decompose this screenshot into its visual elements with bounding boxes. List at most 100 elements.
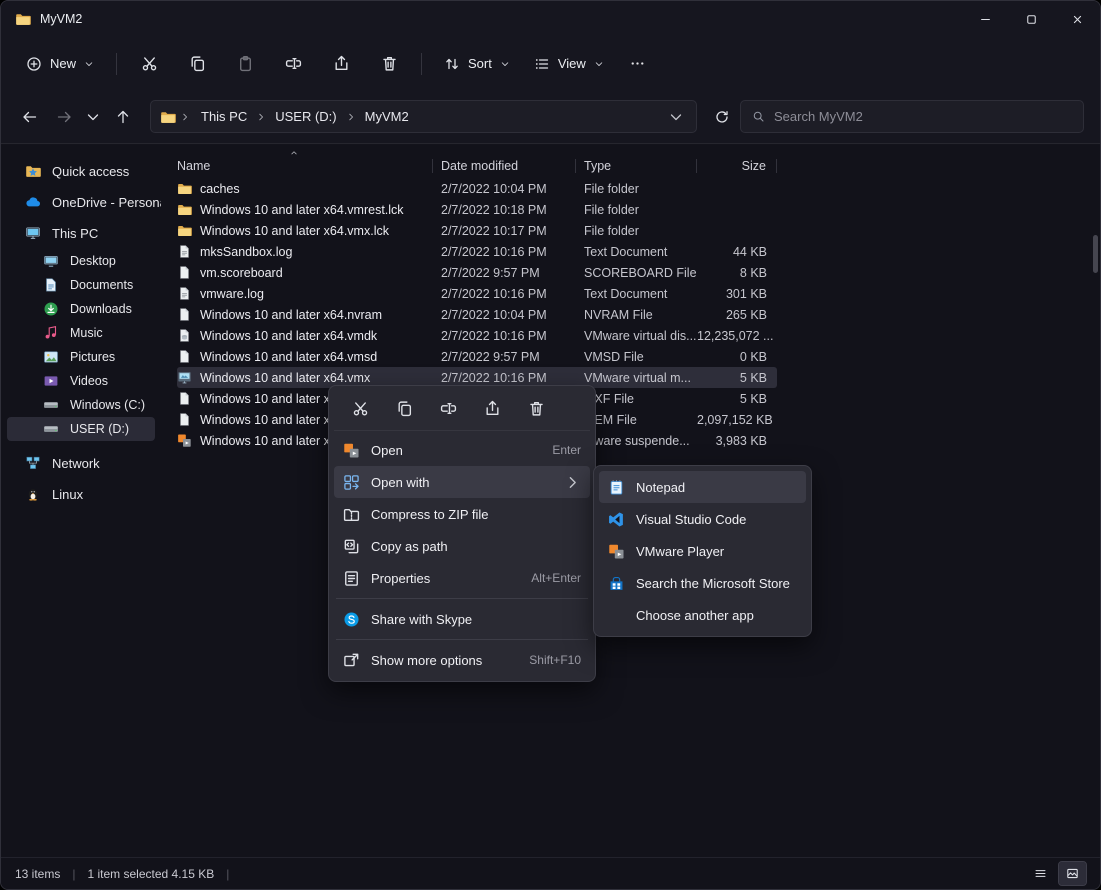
sidebar-item-documents[interactable]: Documents [7, 273, 155, 297]
sidebar-item-network[interactable]: Network [7, 448, 155, 478]
submenu-item-search-the-microsoft-store[interactable]: Search the Microsoft Store [599, 567, 806, 599]
breadcrumb-separator-icon [346, 112, 356, 122]
new-button[interactable]: New [15, 47, 105, 81]
recent-locations-button[interactable] [82, 101, 104, 132]
sidebar-item-this-pc[interactable]: This PC [7, 218, 155, 248]
doc-icon [177, 307, 192, 322]
sidebar-item-label: Linux [52, 487, 83, 502]
view-button[interactable]: View [523, 47, 615, 81]
sidebar-item-music[interactable]: Music [7, 321, 155, 345]
scrollbar-thumb[interactable] [1093, 235, 1098, 273]
file-row[interactable]: mksSandbox.log2/7/2022 10:16 PMText Docu… [177, 241, 777, 262]
new-icon [26, 56, 42, 72]
details-view-button[interactable] [1027, 862, 1054, 885]
column-header-name[interactable]: Name [177, 159, 433, 173]
menu-item-properties[interactable]: PropertiesAlt+Enter [334, 562, 590, 594]
sidebar-item-windows-c[interactable]: Windows (C:) [7, 393, 155, 417]
file-row[interactable]: Windows 10 and later x64.vmrest.lck2/7/2… [177, 199, 777, 220]
breadcrumb-item-this-pc[interactable]: This PC [194, 107, 254, 126]
desktop-icon [43, 253, 59, 269]
menu-item-compress-to-zip-file[interactable]: Compress to ZIP file [334, 498, 590, 530]
file-explorer-window: MyVM2 New Sort View [0, 0, 1101, 890]
delete-button[interactable] [368, 47, 410, 81]
sidebar-item-quick-access[interactable]: Quick access [7, 156, 155, 186]
search-box[interactable]: Search MyVM2 [740, 100, 1084, 133]
submenu-item-label: Notepad [636, 480, 797, 495]
sidebar-item-desktop[interactable]: Desktop [7, 249, 155, 273]
cut-button[interactable] [128, 47, 170, 81]
menu-item-label: Properties [371, 571, 520, 586]
vm-app-icon [608, 543, 625, 560]
open-with-submenu: Notepad Visual Studio CodeVMware Player Se… [593, 465, 812, 637]
breadcrumb-separator-icon [256, 112, 266, 122]
thumbnails-view-button[interactable] [1059, 862, 1086, 885]
breadcrumb-item-user-d[interactable]: USER (D:) [268, 107, 343, 126]
close-button[interactable] [1054, 1, 1100, 37]
copy-icon [396, 400, 413, 417]
sidebar-item-label: Desktop [70, 254, 116, 268]
refresh-button[interactable] [706, 101, 737, 132]
column-header-type[interactable]: Type [576, 159, 697, 173]
documents-icon [43, 277, 59, 293]
sidebar-item-pictures[interactable]: Pictures [7, 345, 155, 369]
file-row[interactable]: Windows 10 and later x64.vmx.lck2/7/2022… [177, 220, 777, 241]
sidebar-item-downloads[interactable]: Downloads [7, 297, 155, 321]
file-row[interactable]: vmware.log2/7/2022 10:16 PMText Document… [177, 283, 777, 304]
context-share-button[interactable] [474, 393, 510, 424]
delete-icon [528, 400, 545, 417]
submenu-item-visual-studio-code[interactable]: Visual Studio Code [599, 503, 806, 535]
address-bar[interactable]: This PC USER (D:) MyVM2 [150, 100, 697, 133]
submenu-item-label: Search the Microsoft Store [636, 576, 797, 591]
sidebar: Quick accessOneDrive - PersonalThis PC De… [1, 145, 161, 857]
sort-button[interactable]: Sort [433, 47, 521, 81]
file-row[interactable]: Windows 10 and later x64.vmdk2/7/2022 10… [177, 325, 777, 346]
file-row[interactable]: caches2/7/2022 10:04 PMFile folder [177, 178, 777, 199]
paste-button[interactable] [224, 47, 266, 81]
context-rename-button[interactable] [430, 393, 466, 424]
thumbnails-view-icon [1066, 867, 1079, 880]
submenu-item-notepad[interactable]: Notepad [599, 471, 806, 503]
up-button[interactable] [107, 101, 138, 132]
submenu-item-choose-another-app[interactable]: Choose another app [599, 599, 806, 631]
address-dropdown-button[interactable] [665, 101, 687, 132]
file-modified-cell: 2/7/2022 9:57 PM [433, 350, 576, 364]
context-menu: OpenEnterOpen withCompress to ZIP fileCo… [328, 385, 596, 682]
file-name: Windows 10 and later x64.vmrest.lck [200, 203, 404, 217]
file-size-cell: 265 KB [697, 308, 777, 322]
file-row[interactable]: Windows 10 and later x64.nvram2/7/2022 1… [177, 304, 777, 325]
view-icon [534, 56, 550, 72]
menu-item-share-with-skype[interactable]: Share with Skype [334, 603, 590, 635]
breadcrumb-item-myvm2[interactable]: MyVM2 [358, 107, 416, 126]
minimize-button[interactable] [962, 1, 1008, 37]
menu-item-open-with[interactable]: Open with [334, 466, 590, 498]
file-row[interactable]: Windows 10 and later x64.vmsd2/7/2022 9:… [177, 346, 777, 367]
menu-item-copy-as-path[interactable]: Copy as path [334, 530, 590, 562]
sidebar-item-onedrive-personal[interactable]: OneDrive - Personal [7, 187, 155, 217]
toolbar-divider [421, 53, 422, 75]
file-modified-cell: 2/7/2022 10:16 PM [433, 329, 576, 343]
context-delete-button[interactable] [518, 393, 554, 424]
file-row[interactable]: vm.scoreboard2/7/2022 9:57 PMSCOREBOARD … [177, 262, 777, 283]
menu-item-show-more-options[interactable]: Show more optionsShift+F10 [334, 644, 590, 676]
menu-item-open[interactable]: OpenEnter [334, 434, 590, 466]
context-cut-button[interactable] [342, 393, 378, 424]
back-button[interactable] [14, 101, 45, 132]
forward-button[interactable] [48, 101, 79, 132]
sidebar-item-videos[interactable]: Videos [7, 369, 155, 393]
file-type-cell: VMSD File [576, 350, 697, 364]
sidebar-item-linux[interactable]: Linux [7, 479, 155, 509]
doc-icon [177, 412, 192, 427]
copy-button[interactable] [176, 47, 218, 81]
submenu-item-vmware-player[interactable]: VMware Player [599, 535, 806, 567]
sidebar-item-user-d[interactable]: USER (D:) [7, 417, 155, 441]
rename-button[interactable] [272, 47, 314, 81]
file-type-cell: Text Document [576, 287, 697, 301]
context-copy-button[interactable] [386, 393, 422, 424]
share-button[interactable] [320, 47, 362, 81]
column-header-date-modified[interactable]: Date modified [433, 159, 576, 173]
maximize-button[interactable] [1008, 1, 1054, 37]
file-name: Windows 10 and later x64.vmx.lck [200, 224, 389, 238]
see-more-button[interactable] [617, 47, 659, 81]
file-name-cell: Windows 10 and later x64.nvram [177, 307, 433, 322]
column-header-size[interactable]: Size [697, 159, 777, 173]
